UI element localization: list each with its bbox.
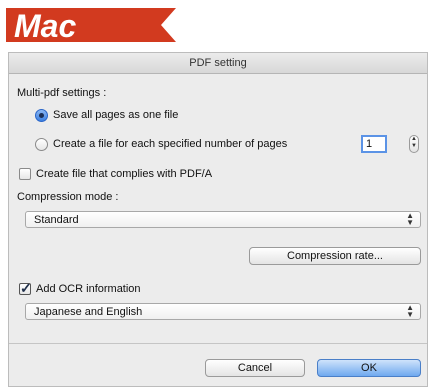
- pdfa-checkbox[interactable]: [19, 168, 31, 180]
- dialog-title: PDF setting: [9, 53, 427, 74]
- banner-label: Mac: [14, 8, 76, 44]
- mac-banner: Mac: [6, 6, 176, 44]
- radio-file-per-pages-label: Create a file for each specified number …: [53, 138, 288, 150]
- pdf-setting-dialog: PDF setting Multi-pdf settings : Save al…: [8, 52, 428, 387]
- ocr-language-value: Japanese and English: [34, 306, 143, 318]
- pages-count-field[interactable]: 1: [361, 135, 387, 153]
- ocr-language-select[interactable]: Japanese and English ▲ ▼: [25, 303, 421, 320]
- ocr-label: Add OCR information: [36, 283, 141, 295]
- compression-mode-select[interactable]: Standard ▲ ▼: [25, 211, 421, 228]
- compression-rate-button[interactable]: Compression rate...: [249, 247, 421, 265]
- cancel-button[interactable]: Cancel: [205, 359, 305, 377]
- popup-arrows-icon: ▲ ▼: [406, 303, 414, 319]
- radio-save-all-pages[interactable]: [35, 109, 48, 122]
- radio-save-all-pages-label: Save all pages as one file: [53, 109, 179, 121]
- ocr-checkbox[interactable]: ✓: [19, 280, 32, 296]
- up-down-stepper-icon[interactable]: ▲ ▼: [409, 135, 419, 153]
- mac-banner-shape: Mac: [6, 8, 176, 44]
- ok-button[interactable]: OK: [317, 359, 421, 377]
- radio-file-per-pages[interactable]: [35, 138, 48, 151]
- footer-divider: [9, 343, 427, 344]
- compression-heading: Compression mode :: [17, 191, 119, 203]
- popup-arrows-icon: ▲ ▼: [406, 211, 414, 227]
- compression-mode-value: Standard: [34, 214, 79, 226]
- checkmark-icon: ✓: [20, 280, 32, 296]
- pdfa-label: Create file that complies with PDF/A: [36, 168, 213, 180]
- multi-pdf-heading: Multi-pdf settings :: [17, 87, 107, 99]
